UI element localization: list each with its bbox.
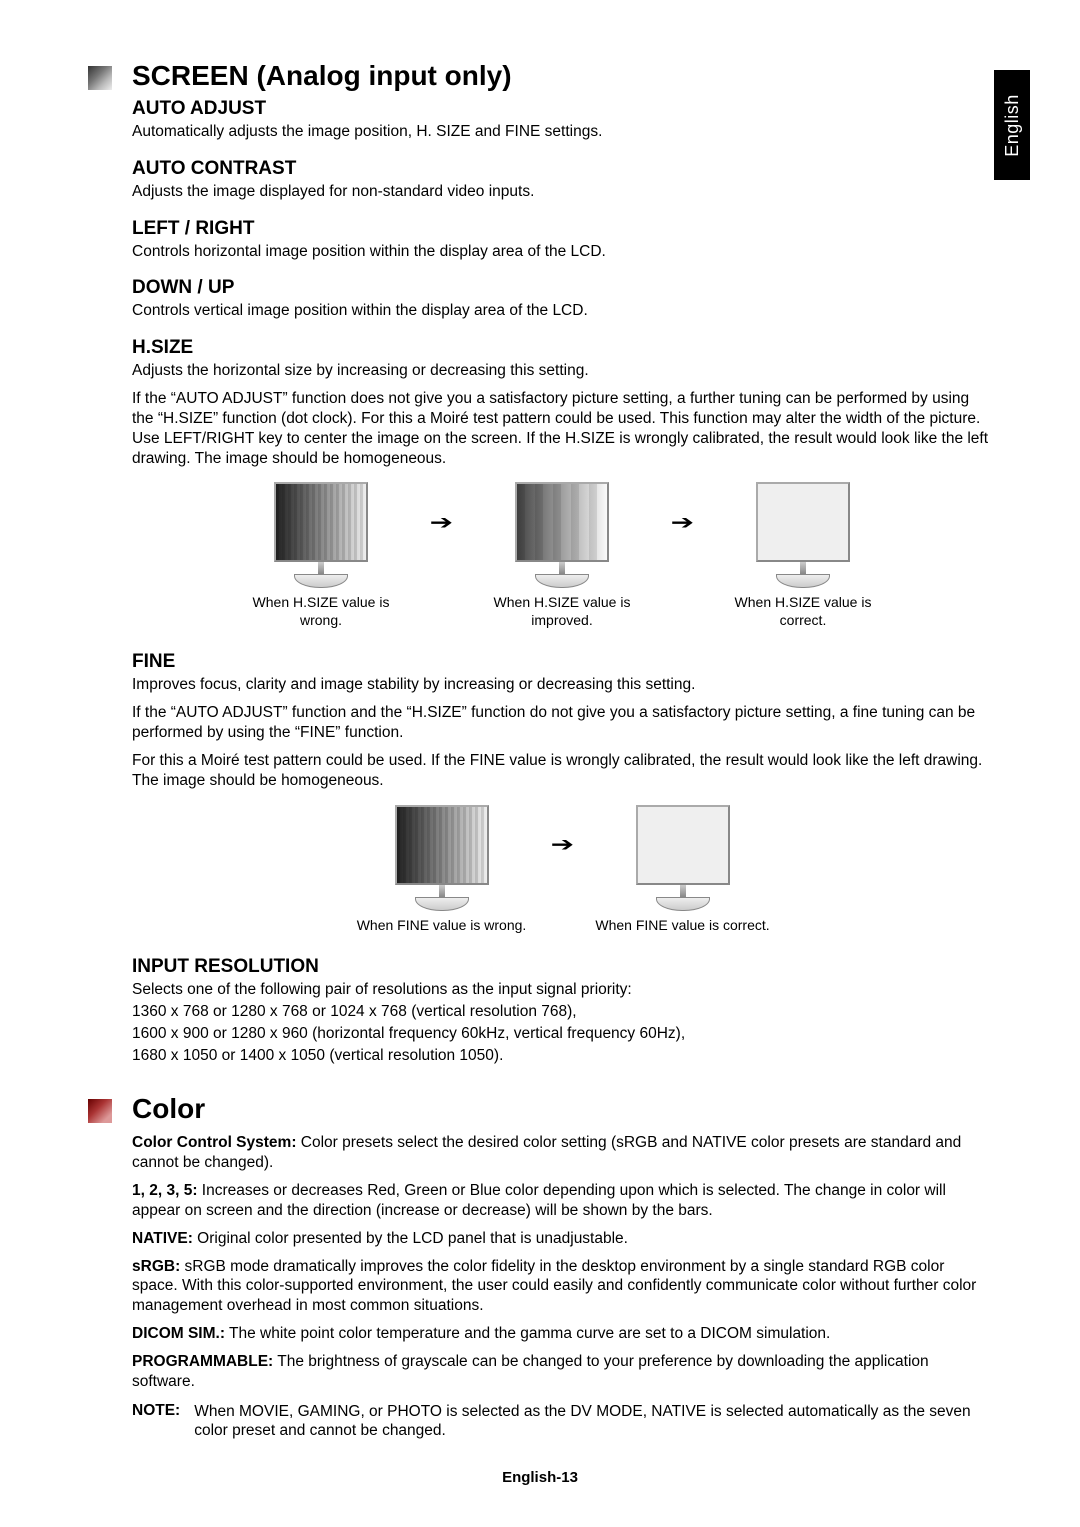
color-srgb-text: sRGB mode dramatically improves the colo… [132,1258,976,1315]
monitor-base-icon [294,574,348,588]
auto-contrast-heading: AUTO CONTRAST [132,158,992,180]
color-programmable-paragraph: PROGRAMMABLE: The brightness of grayscal… [132,1352,992,1392]
hsize-caption-improved: When H.SIZE value is improved. [475,594,650,629]
color-native-label: NATIVE: [132,1230,193,1247]
input-resolution-line4: 1680 x 1050 or 1400 x 1050 (vertical res… [132,1046,992,1066]
monitor-screen-icon [274,482,368,562]
color-1235-paragraph: 1, 2, 3, 5: Increases or decreases Red, … [132,1181,992,1221]
hsize-figure-wrong: When H.SIZE value is wrong. [234,482,409,629]
color-srgb-paragraph: sRGB: sRGB mode dramatically improves th… [132,1257,992,1316]
monitor-screen-icon [756,482,850,562]
color-note-row: NOTE: When MOVIE, GAMING, or PHOTO is se… [132,1402,992,1442]
color-dicom-label: DICOM SIM.: [132,1325,225,1342]
left-right-heading: LEFT / RIGHT [132,218,992,240]
monitor-neck-icon [800,562,806,574]
color-ccs-paragraph: Color Control System: Color presets sele… [132,1133,992,1173]
fine-figure-row: When FINE value is wrong. ➔ When FINE va… [132,805,992,935]
fine-figure-correct: When FINE value is correct. [595,805,770,935]
screen-title: SCREEN (Analog input only) [132,60,992,92]
monitor-base-icon [656,897,710,911]
monitor-screen-icon [515,482,609,562]
input-resolution-line1: Selects one of the following pair of res… [132,980,992,1000]
fine-text-1: Improves focus, clarity and image stabil… [132,675,992,695]
color-dicom-text: The white point color temperature and th… [225,1325,830,1342]
monitor-icon [274,482,368,588]
hsize-figure-improved: When H.SIZE value is improved. [475,482,650,629]
color-native-paragraph: NATIVE: Original color presented by the … [132,1229,992,1249]
hsize-heading: H.SIZE [132,337,992,359]
hsize-caption-wrong: When H.SIZE value is wrong. [234,594,409,629]
down-up-text: Controls vertical image position within … [132,301,992,321]
color-1235-label: 1, 2, 3, 5: [132,1182,197,1199]
fine-text-2: If the “AUTO ADJUST” function and the “H… [132,703,992,743]
color-note-text: When MOVIE, GAMING, or PHOTO is selected… [194,1402,992,1442]
monitor-screen-icon [636,805,730,885]
input-resolution-line3: 1600 x 900 or 1280 x 960 (horizontal fre… [132,1024,992,1044]
arrow-right-icon: ➔ [668,482,698,562]
color-ccs-label: Color Control System: [132,1134,296,1151]
hsize-text-1: Adjusts the horizontal size by increasin… [132,361,992,381]
color-programmable-label: PROGRAMMABLE: [132,1353,273,1370]
color-dicom-paragraph: DICOM SIM.: The white point color temper… [132,1324,992,1344]
fine-caption-correct: When FINE value is correct. [595,917,769,935]
monitor-icon [636,805,730,911]
hsize-text-2: If the “AUTO ADJUST” function does not g… [132,389,992,468]
language-tab: English [994,70,1030,180]
auto-contrast-text: Adjusts the image displayed for non-stan… [132,182,992,202]
monitor-screen-icon [395,805,489,885]
monitor-base-icon [776,574,830,588]
monitor-neck-icon [318,562,324,574]
arrow-right-icon: ➔ [427,482,457,562]
auto-adjust-heading: AUTO ADJUST [132,98,992,120]
language-tab-label: English [1002,94,1023,157]
left-right-text: Controls horizontal image position withi… [132,242,992,262]
color-note-label: NOTE: [132,1402,180,1442]
hsize-figure-row: When H.SIZE value is wrong. ➔ When H.SIZ… [132,482,992,629]
input-resolution-line2: 1360 x 768 or 1280 x 768 or 1024 x 768 (… [132,1002,992,1022]
fine-text-3: For this a Moiré test pattern could be u… [132,751,992,791]
fine-figure-wrong: When FINE value is wrong. [354,805,529,935]
arrow-right-icon: ➔ [547,805,577,885]
monitor-base-icon [415,897,469,911]
monitor-neck-icon [439,885,445,897]
section-screen: SCREEN (Analog input only) AUTO ADJUST A… [88,60,992,1067]
down-up-heading: DOWN / UP [132,277,992,299]
monitor-icon [756,482,850,588]
monitor-icon [395,805,489,911]
page-footer: English-13 [88,1469,992,1486]
monitor-neck-icon [680,885,686,897]
section-color: Color Color Control System: Color preset… [88,1093,992,1441]
color-section-icon [88,1099,112,1123]
hsize-caption-correct: When H.SIZE value is correct. [716,594,891,629]
color-title: Color [132,1093,992,1125]
input-resolution-heading: INPUT RESOLUTION [132,956,992,978]
monitor-base-icon [535,574,589,588]
fine-caption-wrong: When FINE value is wrong. [357,917,527,935]
monitor-icon [515,482,609,588]
hsize-figure-correct: When H.SIZE value is correct. [716,482,891,629]
color-srgb-label: sRGB: [132,1258,180,1275]
screen-section-icon [88,66,112,90]
color-1235-text: Increases or decreases Red, Green or Blu… [132,1182,946,1219]
fine-heading: FINE [132,651,992,673]
monitor-neck-icon [559,562,565,574]
auto-adjust-text: Automatically adjusts the image position… [132,122,992,142]
color-native-text: Original color presented by the LCD pane… [193,1230,628,1247]
